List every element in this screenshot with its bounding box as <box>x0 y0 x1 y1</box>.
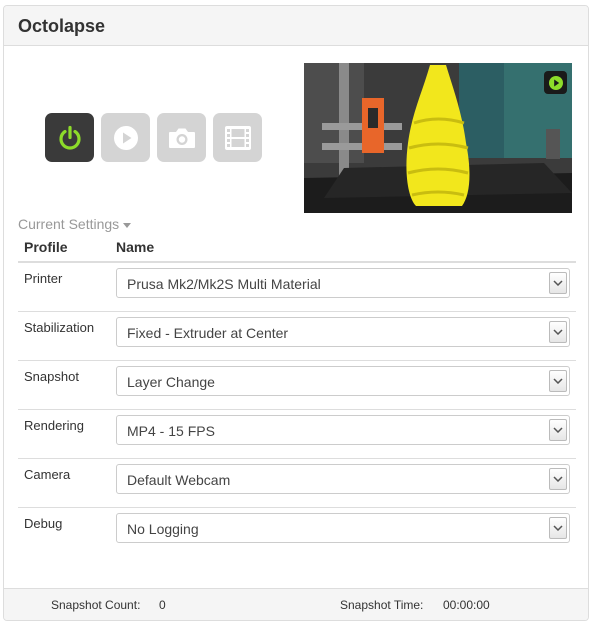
play-icon <box>548 75 563 90</box>
chevron-down-icon <box>549 517 567 539</box>
power-icon <box>58 125 81 150</box>
chevron-down-icon <box>549 272 567 294</box>
panel-header: Octolapse <box>4 6 588 46</box>
octolapse-panel: Octolapse Current Settings Profile Name … <box>3 5 589 621</box>
snapshot-count-value: 0 <box>159 598 166 612</box>
row-label: Stabilization <box>24 320 95 335</box>
select-value: Layer Change <box>127 374 215 390</box>
row-label: Camera <box>24 467 71 482</box>
chevron-down-icon <box>549 468 567 490</box>
preview-play-button[interactable] <box>544 71 567 94</box>
caret-down-icon <box>123 222 132 228</box>
row-label: Printer <box>24 271 63 286</box>
settings-row-rendering: Rendering MP4 - 15 FPS <box>18 409 576 458</box>
camera-icon <box>168 128 195 148</box>
debug-select[interactable]: No Logging <box>116 513 570 543</box>
row-label: Snapshot <box>24 369 79 384</box>
camera-button[interactable] <box>157 113 206 162</box>
snapshot-time-value: 00:00:00 <box>443 598 490 612</box>
select-value: MP4 - 15 FPS <box>127 423 215 439</box>
settings-row-stabilization: Stabilization Fixed - Extruder at Center <box>18 311 576 360</box>
row-label: Rendering <box>24 418 84 433</box>
row-label: Debug <box>24 516 63 531</box>
select-value: Prusa Mk2/Mk2S Multi Material <box>127 276 321 292</box>
settings-row-camera: Camera Default Webcam <box>18 458 576 507</box>
status-footer: Snapshot Count: 0 Snapshot Time: 00:00:0… <box>4 588 588 620</box>
column-header-profile: Profile <box>24 239 68 255</box>
select-value: No Logging <box>127 521 199 537</box>
printer-snapshot-image <box>304 63 572 213</box>
select-value: Fixed - Extruder at Center <box>127 325 289 341</box>
settings-row-printer: Printer Prusa Mk2/Mk2S Multi Material <box>18 262 576 311</box>
settings-row-debug: Debug No Logging <box>18 507 576 556</box>
snapshot-select[interactable]: Layer Change <box>116 366 570 396</box>
power-button[interactable] <box>45 113 94 162</box>
column-header-name: Name <box>116 239 155 255</box>
chevron-down-icon <box>549 321 567 343</box>
stabilization-select[interactable]: Fixed - Extruder at Center <box>116 317 570 347</box>
timelapse-button[interactable] <box>213 113 262 162</box>
camera-select[interactable]: Default Webcam <box>116 464 570 494</box>
select-value: Default Webcam <box>127 472 231 488</box>
current-settings-label: Current Settings <box>18 216 120 232</box>
film-icon <box>224 125 251 150</box>
rendering-select[interactable]: MP4 - 15 FPS <box>116 415 570 445</box>
snapshot-count-label: Snapshot Count: <box>51 598 141 612</box>
settings-row-snapshot: Snapshot Layer Change <box>18 360 576 409</box>
webcam-preview[interactable] <box>304 63 572 213</box>
snapshot-time-label: Snapshot Time: <box>340 598 424 612</box>
chevron-down-icon <box>549 419 567 441</box>
printer-select[interactable]: Prusa Mk2/Mk2S Multi Material <box>116 268 570 298</box>
chevron-down-icon <box>549 370 567 392</box>
play-icon <box>113 125 138 150</box>
current-settings-toggle[interactable]: Current Settings <box>18 216 132 232</box>
play-button[interactable] <box>101 113 150 162</box>
panel-title: Octolapse <box>18 16 106 36</box>
